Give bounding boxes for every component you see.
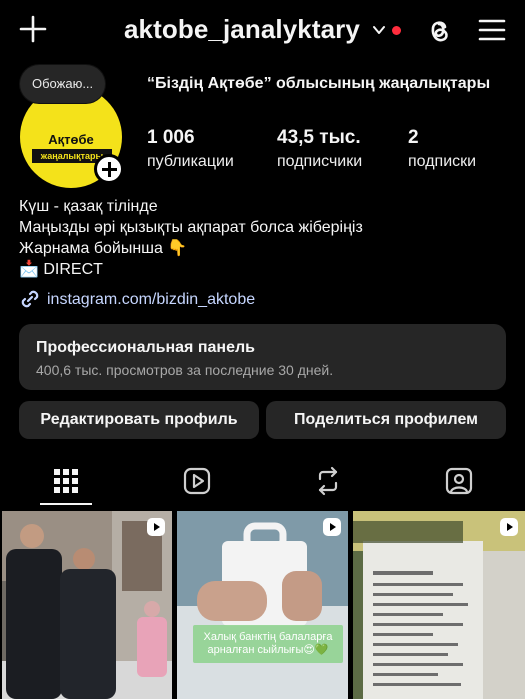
edit-profile-button[interactable]: Редактировать профиль — [19, 401, 259, 439]
avatar-brand-title: Ақтөбе — [48, 132, 94, 147]
post-image — [353, 511, 525, 699]
stat-followers-value: 43,5 тыс. — [277, 127, 361, 148]
share-profile-button[interactable]: Поделиться профилем — [266, 401, 506, 439]
bio-link-text[interactable]: instagram.com/bizdin_aktobe — [47, 289, 255, 310]
post-caption-overlay: Халық банктің балаларға арналған сыйлығы… — [193, 625, 343, 663]
stat-following-label: подписки — [408, 153, 477, 170]
reel-icon — [500, 518, 518, 536]
threads-icon[interactable] — [424, 15, 454, 45]
bio-line: Маңызды әрі қызықты ақпарат болса жібері… — [19, 219, 363, 236]
bio-line: Жарнама бойынша 👇 — [19, 240, 188, 257]
post-thumbnail[interactable] — [353, 511, 525, 699]
add-story-icon[interactable] — [94, 154, 124, 184]
stat-followers-label: подписчики — [277, 153, 363, 170]
top-bar: aktobe_janalyktary — [0, 0, 525, 62]
bio-link[interactable]: instagram.com/bizdin_aktobe — [19, 288, 363, 310]
reels-icon[interactable] — [177, 461, 217, 501]
bio-line: 📩 DIRECT — [19, 261, 103, 278]
link-icon — [21, 290, 39, 308]
menu-icon[interactable] — [478, 17, 506, 43]
bio: Күш - қазақ тілінде Маңызды әрі қызықты … — [19, 196, 363, 310]
stat-following-value: 2 — [408, 127, 419, 148]
avatar-area: Ақтөбе жаңалықтары Обожаю... — [18, 65, 128, 188]
dashboard-subtitle: 400,6 тыс. просмотров за последние 30 дн… — [36, 362, 334, 378]
tagged-icon[interactable] — [439, 461, 479, 501]
username[interactable]: aktobe_janalyktary — [124, 14, 360, 45]
grid-icon[interactable] — [46, 461, 86, 501]
dashboard-title: Профессиональная панель — [36, 339, 255, 356]
reel-icon — [323, 518, 341, 536]
stat-followers[interactable]: 43,5 тыс. подписчики — [277, 127, 362, 171]
profile-tabs — [0, 455, 525, 507]
stat-posts-value: 1 006 — [147, 127, 195, 148]
stat-following[interactable]: 2 подписки — [408, 127, 476, 171]
stat-posts-label: публикации — [147, 153, 234, 170]
note-bubble[interactable]: Обожаю... — [20, 65, 106, 103]
active-tab-indicator — [40, 503, 92, 505]
post-thumbnail[interactable]: Халық банктің балаларға арналған сыйлығы… — [177, 511, 348, 699]
post-image — [2, 511, 172, 699]
post-thumbnail[interactable] — [2, 511, 172, 699]
stat-posts[interactable]: 1 006 публикации — [147, 127, 234, 171]
bio-line: Күш - қазақ тілінде — [19, 198, 158, 215]
professional-dashboard[interactable]: Профессиональная панель 400,6 тыс. просм… — [19, 324, 506, 390]
notification-dot — [392, 26, 401, 35]
reel-icon — [147, 518, 165, 536]
display-name: “Біздің Ақтөбе” облысының жаңалықтары — [147, 75, 491, 92]
post-image — [177, 511, 348, 699]
reposts-icon[interactable] — [308, 461, 348, 501]
chevron-down-icon[interactable] — [372, 23, 386, 37]
add-icon[interactable] — [18, 14, 48, 44]
